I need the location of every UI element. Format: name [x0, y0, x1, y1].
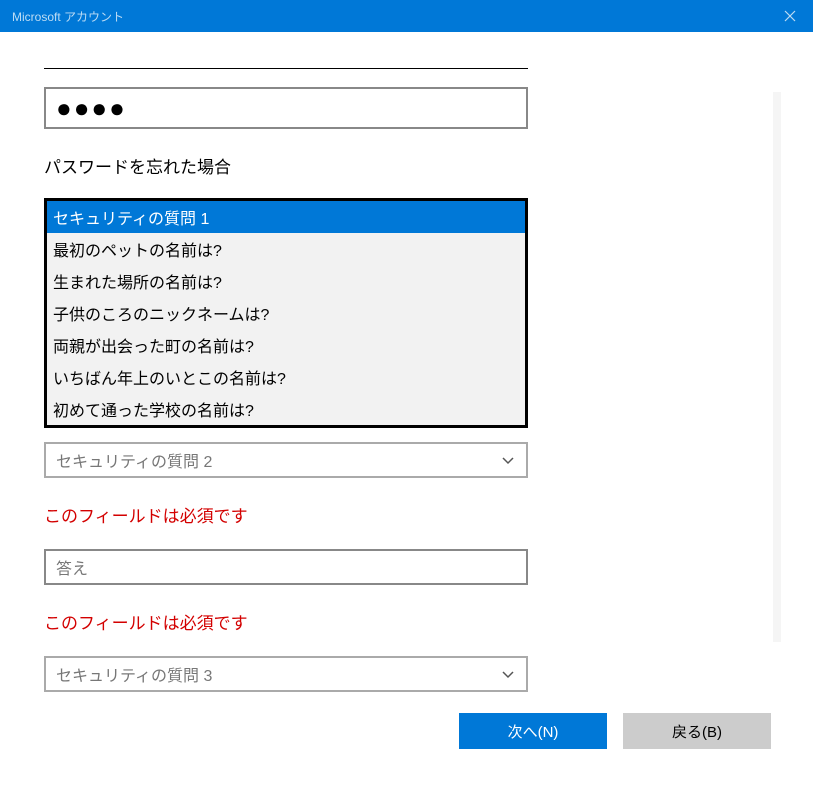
input-placeholder: 答え — [56, 555, 88, 579]
window-title: Microsoft アカウント — [12, 8, 124, 25]
footer: 次へ(N) 戻る(B) — [0, 695, 813, 785]
error-message: このフィールドは必須です — [44, 609, 528, 634]
dropdown-option[interactable]: 最初のペットの名前は? — [47, 233, 525, 265]
security-question-2-select[interactable]: セキュリティの質問 2 — [44, 442, 528, 478]
dropdown-option-placeholder[interactable]: セキュリティの質問 1 — [47, 201, 525, 233]
close-button[interactable] — [767, 0, 813, 32]
dropdown-option[interactable]: 初めて通った学校の名前は? — [47, 393, 525, 425]
close-icon — [784, 10, 796, 22]
password-field[interactable]: ●●●● — [44, 87, 528, 129]
select-placeholder: セキュリティの質問 2 — [56, 448, 212, 472]
password-masked: ●●●● — [56, 95, 127, 121]
answer-input[interactable]: 答え — [44, 549, 528, 585]
dropdown-option[interactable]: 子供のころのニックネームは? — [47, 297, 525, 329]
titlebar: Microsoft アカウント — [0, 0, 813, 32]
window: Microsoft アカウント ●●●● パスワードを忘れた場合 セキュリティの… — [0, 0, 813, 785]
forgot-password-label: パスワードを忘れた場合 — [44, 153, 528, 178]
dropdown-option[interactable]: 生まれた場所の名前は? — [47, 265, 525, 297]
content-area: ●●●● パスワードを忘れた場合 セキュリティの質問 1 最初のペットの名前は?… — [0, 32, 813, 721]
back-button[interactable]: 戻る(B) — [623, 713, 771, 749]
select-placeholder: セキュリティの質問 3 — [56, 662, 212, 686]
error-message: このフィールドは必須です — [44, 502, 528, 527]
chevron-down-icon — [500, 452, 516, 468]
next-button[interactable]: 次へ(N) — [459, 713, 607, 749]
dropdown-option[interactable]: 両親が出会った町の名前は? — [47, 329, 525, 361]
divider — [44, 68, 528, 69]
security-question-3-select[interactable]: セキュリティの質問 3 — [44, 656, 528, 692]
chevron-down-icon — [500, 666, 516, 682]
security-question-1-dropdown[interactable]: セキュリティの質問 1 最初のペットの名前は? 生まれた場所の名前は? 子供のこ… — [44, 198, 528, 428]
dropdown-option[interactable]: いちばん年上のいとこの名前は? — [47, 361, 525, 393]
scrollbar[interactable] — [773, 92, 781, 642]
